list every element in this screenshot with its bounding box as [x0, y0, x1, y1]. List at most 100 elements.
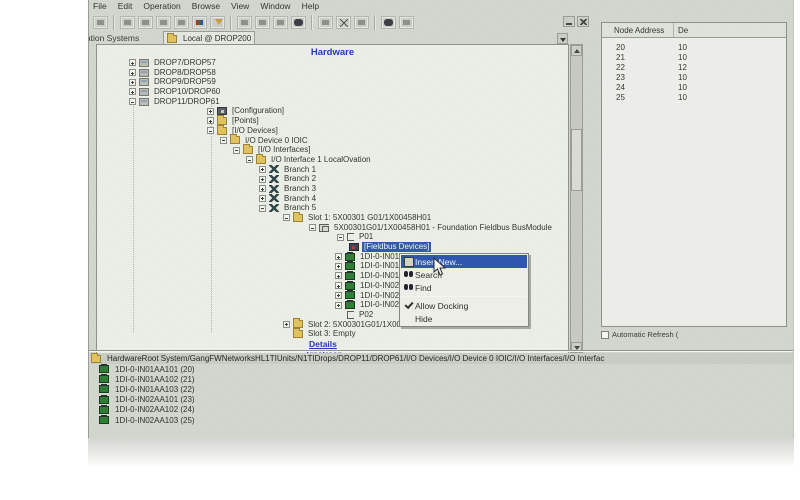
auto-refresh-checkbox[interactable] — [601, 331, 609, 339]
collapse-icon[interactable] — [233, 147, 240, 154]
tree-item-io-device-0[interactable]: I/O Device 0 IOIC — [220, 136, 568, 146]
collapse-icon[interactable] — [259, 205, 266, 212]
expand-icon[interactable] — [335, 292, 342, 299]
table-row[interactable]: 2110 — [602, 53, 786, 63]
tree-item-drop7[interactable]: DROP7/DROP57 — [129, 58, 568, 68]
tree-item-branch-2[interactable]: Branch 2 — [259, 174, 568, 184]
tree-item-io-devices[interactable]: [I/O Devices] — [207, 126, 568, 136]
collapse-icon[interactable] — [309, 224, 316, 231]
tree-item-ff-module[interactable]: 5X00301G01/1X00458H01 - Foundation Field… — [309, 223, 568, 233]
menu-operation[interactable]: Operation — [143, 1, 180, 13]
undo-icon[interactable] — [120, 16, 135, 29]
print-icon[interactable] — [93, 16, 108, 29]
expand-icon[interactable] — [335, 302, 342, 309]
tree-item-drop9[interactable]: DROP9/DROP59 — [129, 77, 568, 87]
expand-icon[interactable] — [335, 272, 342, 279]
tree-item-drop11[interactable]: DROP11/DROP61 — [129, 97, 568, 107]
tree-item-branch-5[interactable]: Branch 5 — [259, 203, 568, 213]
menu-browse[interactable]: Browse — [192, 1, 220, 13]
flag-icon[interactable] — [399, 16, 414, 29]
refresh-icon[interactable] — [354, 16, 369, 29]
tree-item-configuration[interactable]: [Configuration] — [207, 106, 568, 116]
tree-item-fieldbus-devices[interactable]: [Fieldbus Devices] — [349, 242, 568, 252]
expand-icon[interactable] — [259, 166, 266, 173]
delete-icon[interactable] — [336, 16, 351, 29]
device-list-item[interactable]: 1DI-0-IN01AA101 (20) — [99, 364, 793, 374]
tree-item-io-interface-1[interactable]: I/O Interface 1 LocalOvation — [246, 155, 568, 165]
collapse-icon[interactable] — [207, 127, 214, 134]
context-menu-insert-new[interactable]: Insert New... — [401, 255, 527, 268]
table-row[interactable]: 2310 — [602, 73, 786, 83]
tree-item-points[interactable]: [Points] — [207, 116, 568, 126]
expand-icon[interactable] — [207, 117, 214, 124]
device-list-item[interactable]: 1DI-0-IN02AA102 (24) — [99, 405, 793, 415]
tree-item-slot-3[interactable]: Slot 3: Empty — [283, 329, 568, 339]
menu-edit[interactable]: Edit — [118, 1, 133, 13]
palette-icon[interactable] — [192, 16, 207, 29]
minimize-button[interactable] — [563, 16, 575, 27]
expand-icon[interactable] — [259, 185, 266, 192]
table-row[interactable]: 2010 — [602, 43, 786, 53]
context-menu-allow-docking[interactable]: Allow Docking — [401, 299, 527, 312]
tree-item-branch-1[interactable]: Branch 1 — [259, 165, 568, 175]
import-icon[interactable] — [237, 16, 252, 29]
device-list-item[interactable]: 1DI-0-IN02AA103 (25) — [99, 415, 793, 425]
device-list-item[interactable]: 1DI-0-IN01AA103 (22) — [99, 384, 793, 394]
column-device[interactable]: De — [678, 26, 688, 35]
path-root-item[interactable]: HardwareRoot System/GangFWNetworksHL1TIU… — [91, 353, 793, 364]
table-header[interactable]: Node Address De — [602, 23, 786, 38]
export-icon[interactable] — [255, 16, 270, 29]
table-row[interactable]: 2410 — [602, 83, 786, 93]
expand-icon[interactable] — [129, 59, 136, 66]
close-button[interactable] — [577, 16, 589, 27]
load-icon[interactable] — [291, 16, 306, 29]
tree-item-io-interfaces[interactable]: [I/O Interfaces] — [233, 145, 568, 155]
scrollbar-thumb[interactable] — [571, 129, 582, 191]
device-list-item[interactable]: 1DI-0-IN02AA101 (23) — [99, 395, 793, 405]
tree-scrollbar[interactable] — [570, 44, 583, 354]
save-icon[interactable] — [273, 16, 288, 29]
expand-icon[interactable] — [335, 253, 342, 260]
filter-icon[interactable] — [210, 16, 225, 29]
context-menu-search[interactable]: Search — [401, 268, 527, 281]
copy-icon[interactable] — [156, 16, 171, 29]
collapse-icon[interactable] — [283, 214, 290, 221]
collapse-icon[interactable] — [246, 156, 253, 163]
expand-icon[interactable] — [129, 69, 136, 76]
collapse-icon[interactable] — [337, 234, 344, 241]
tree-item-p01[interactable]: P01 — [337, 232, 568, 242]
paste-icon[interactable] — [174, 16, 189, 29]
tree-item-drop10[interactable]: DROP10/DROP60 — [129, 87, 568, 97]
scroll-up-button[interactable] — [571, 45, 582, 56]
table-row[interactable]: 2212 — [602, 63, 786, 73]
tab-scroll-dropdown[interactable] — [557, 33, 568, 44]
menu-help[interactable]: Help — [302, 1, 319, 13]
expand-icon[interactable] — [259, 176, 266, 183]
context-menu-hide[interactable]: Hide — [401, 312, 527, 325]
expand-icon[interactable] — [335, 263, 342, 270]
context-menu-find[interactable]: Find — [401, 281, 527, 294]
tree-item-slot-1[interactable]: Slot 1: 5X00301 G01/1X00458H01 — [283, 213, 568, 223]
expand-icon[interactable] — [129, 79, 136, 86]
device-list-item[interactable]: 1DI-0-IN01AA102 (21) — [99, 374, 793, 384]
panel-divider[interactable] — [89, 350, 794, 352]
menu-file[interactable]: File — [93, 1, 107, 13]
collapse-icon[interactable] — [129, 98, 136, 105]
collapse-icon[interactable] — [220, 137, 227, 144]
expand-icon[interactable] — [283, 321, 290, 328]
menu-view[interactable]: View — [231, 1, 249, 13]
expand-icon[interactable] — [129, 88, 136, 95]
column-node-address[interactable]: Node Address — [614, 26, 664, 35]
tab-local-drop200[interactable]: Local @ DROP200 — [163, 31, 255, 45]
menu-window[interactable]: Window — [260, 1, 290, 13]
tree-item-drop8[interactable]: DROP8/DROP58 — [129, 68, 568, 78]
tree-item-branch-4[interactable]: Branch 4 — [259, 194, 568, 204]
table-row[interactable]: 2510 — [602, 93, 786, 103]
tree-item-branch-3[interactable]: Branch 3 — [259, 184, 568, 194]
expand-icon[interactable] — [207, 108, 214, 115]
search-box-icon[interactable] — [318, 16, 333, 29]
expand-icon[interactable] — [259, 195, 266, 202]
cut-icon[interactable] — [138, 16, 153, 29]
binoculars-icon[interactable] — [381, 16, 396, 29]
details-link[interactable]: Details — [309, 339, 337, 349]
